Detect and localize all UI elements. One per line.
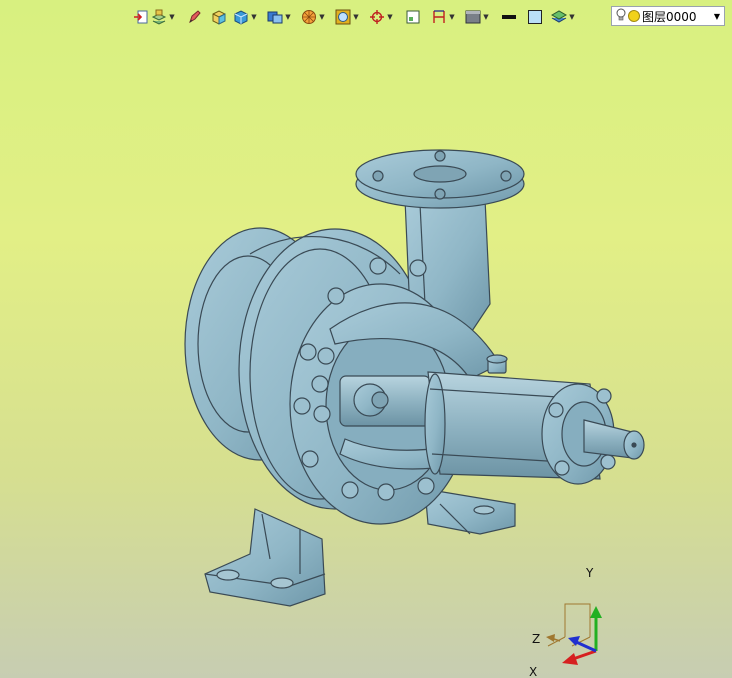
window-grid-icon	[406, 10, 420, 24]
line-color-button[interactable]	[500, 8, 518, 26]
view-button[interactable]	[266, 8, 284, 26]
render-dropdown[interactable]: ▼	[318, 8, 326, 26]
fill-color-icon	[528, 10, 542, 24]
sketch-button[interactable]	[186, 8, 204, 26]
line-color-icon	[502, 15, 516, 19]
fill-color-button[interactable]	[526, 8, 544, 26]
box-button[interactable]	[210, 8, 228, 26]
layer-stack-dropdown[interactable]: ▼	[568, 8, 576, 26]
layers-stack-icon	[151, 9, 167, 25]
z-axis-label: Z	[532, 632, 540, 646]
pencil-icon	[189, 10, 201, 24]
layer-color-swatch	[628, 10, 640, 22]
dimension-button[interactable]	[430, 8, 448, 26]
axis-triad: Y Z X	[529, 566, 602, 678]
window-button[interactable]	[404, 8, 422, 26]
frame-button[interactable]	[334, 8, 352, 26]
frame-icon	[335, 9, 351, 25]
layer-stack-icon	[551, 10, 567, 23]
view-dropdown[interactable]: ▼	[284, 8, 292, 26]
3d-viewport[interactable]: Y Z X	[0, 34, 732, 678]
frame-dropdown[interactable]: ▼	[352, 8, 360, 26]
solid-button[interactable]	[232, 8, 250, 26]
import-button[interactable]	[132, 8, 150, 26]
layer-name: 图层0000	[642, 9, 697, 24]
chevron-down-icon[interactable]: ▼	[710, 12, 724, 21]
x-axis-label: X	[529, 665, 537, 678]
layer-selector[interactable]: 图层0000 ▼	[611, 6, 725, 26]
cube-solid-icon	[234, 10, 248, 25]
cube-box-icon	[212, 10, 226, 25]
dimension-dropdown[interactable]: ▼	[448, 8, 456, 26]
import-icon	[134, 10, 148, 24]
pump-model[interactable]: Y Z X	[0, 34, 732, 678]
lightbulb-icon	[616, 8, 626, 24]
render-button[interactable]	[300, 8, 318, 26]
dimension-icon	[433, 10, 445, 23]
snap-button[interactable]	[368, 8, 386, 26]
centrifugal-pump	[184, 149, 645, 607]
snap-dropdown[interactable]: ▼	[386, 8, 394, 26]
render-sphere-icon	[302, 10, 316, 24]
layer-stack-button[interactable]	[550, 8, 568, 26]
layers-dropdown[interactable]: ▼	[168, 8, 176, 26]
layers-button[interactable]	[150, 8, 168, 26]
display-button[interactable]	[464, 8, 482, 26]
crosshair-icon	[370, 10, 384, 24]
display-dropdown[interactable]: ▼	[482, 8, 490, 26]
y-axis-label: Y	[585, 566, 594, 580]
view-cube-icon	[267, 11, 283, 24]
solid-dropdown[interactable]: ▼	[250, 8, 258, 26]
display-mode-icon	[465, 10, 481, 24]
